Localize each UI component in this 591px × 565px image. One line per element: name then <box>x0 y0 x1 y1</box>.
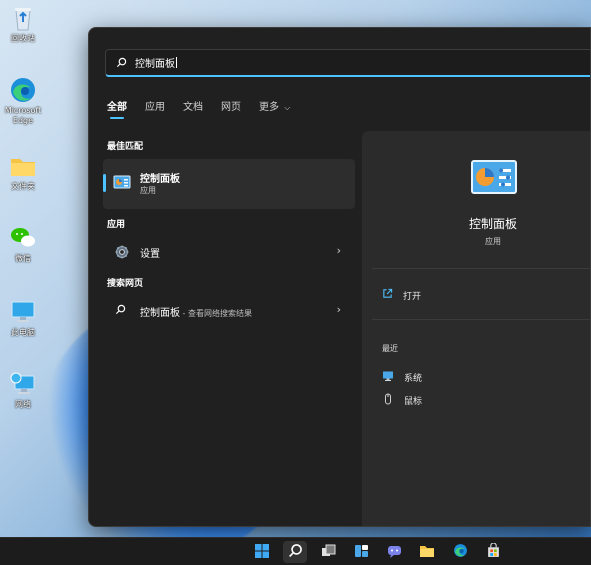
tab-more-label: 更多 <box>259 102 279 113</box>
apps-heading: 应用 <box>107 220 126 230</box>
search-icon <box>115 304 126 318</box>
desktop-icon-label: 微信 <box>15 254 31 263</box>
best-match-result[interactable]: 控制面板 应用 <box>103 159 355 209</box>
tab-apps[interactable]: 应用 <box>145 98 165 119</box>
recent-item-system[interactable]: 系统 <box>382 370 422 385</box>
task-view-button[interactable] <box>316 541 340 563</box>
settings-gear-icon <box>115 245 129 262</box>
mouse-icon <box>382 393 394 408</box>
tab-web[interactable]: 网页 <box>221 98 241 119</box>
folder-icon <box>9 152 37 180</box>
divider <box>372 268 590 269</box>
recycle-bin-icon <box>9 4 37 32</box>
store-button[interactable] <box>481 541 505 563</box>
web-result-suffix: - 查看网络搜索结果 <box>180 309 252 318</box>
app-result-label: 设置 <box>140 249 160 260</box>
desktop-icon-this-pc[interactable]: 此电脑 <box>2 298 44 338</box>
search-panel: 控制面板 全部 应用 文档 网页 更多 ⌵ 最佳匹配 控制面板 应用 应用 设置… <box>88 27 591 527</box>
desktop-icon-label: 此电脑 <box>11 328 35 337</box>
recent-item-mouse[interactable]: 鼠标 <box>382 393 422 408</box>
tab-documents[interactable]: 文档 <box>183 98 203 119</box>
desktop-icon-network[interactable]: 网络 <box>2 370 44 410</box>
search-icon <box>288 543 303 562</box>
desktop-icon-recycle-bin[interactable]: 回收站 <box>2 4 44 44</box>
recent-heading: 最近 <box>382 344 398 353</box>
task-view-icon <box>321 543 336 562</box>
edge-icon <box>9 76 37 104</box>
edge-icon <box>453 543 468 562</box>
preview-pane: 控制面板 应用 打开 最近 系统 鼠标 <box>362 131 590 526</box>
web-heading: 搜索网页 <box>107 279 144 289</box>
tab-more[interactable]: 更多 ⌵ <box>259 98 290 119</box>
tab-all[interactable]: 全部 <box>107 98 127 119</box>
desktop-icon-label: 文件夹 <box>11 182 35 191</box>
desktop-icon-folder[interactable]: 文件夹 <box>2 152 44 192</box>
widgets-button[interactable] <box>349 541 373 563</box>
chevron-down-icon: ⌵ <box>284 103 291 112</box>
text-caret <box>176 57 177 68</box>
network-icon <box>9 370 37 398</box>
control-panel-icon <box>113 175 131 195</box>
widgets-icon <box>354 543 369 562</box>
file-explorer-icon <box>419 543 435 562</box>
best-match-title: 控制面板 <box>140 174 180 185</box>
chevron-right-icon: › <box>336 303 341 316</box>
web-result[interactable]: 控制面板 - 查看网络搜索结果 › <box>103 300 355 322</box>
preview-title: 控制面板 <box>468 217 517 231</box>
chat-button[interactable] <box>382 541 406 563</box>
system-icon <box>382 370 394 385</box>
web-result-label: 控制面板 - 查看网络搜索结果 <box>140 304 252 319</box>
control-panel-large-icon <box>470 159 518 203</box>
desktop-icon-label: 网络 <box>15 400 31 409</box>
computer-icon <box>9 298 37 326</box>
chevron-right-icon: › <box>336 244 341 257</box>
open-icon <box>382 288 393 302</box>
recent-item-label: 系统 <box>404 374 423 384</box>
recent-item-label: 鼠标 <box>404 397 423 407</box>
desktop-icon-wechat[interactable]: 微信 <box>2 224 44 264</box>
chat-icon <box>387 543 402 562</box>
desktop-icon-edge[interactable]: Microsoft Edge <box>2 76 44 126</box>
start-button[interactable] <box>250 541 274 563</box>
best-match-heading: 最佳匹配 <box>107 142 144 152</box>
open-label: 打开 <box>403 291 422 302</box>
search-query: 控制面板 <box>135 59 175 70</box>
store-icon <box>486 542 501 562</box>
divider <box>372 319 590 320</box>
search-tabs: 全部 应用 文档 网页 更多 ⌵ <box>107 98 290 119</box>
taskbar <box>0 537 591 565</box>
desktop-icon-label: Microsoft Edge <box>4 106 42 125</box>
wechat-icon <box>9 224 37 252</box>
start-icon <box>255 543 269 562</box>
app-result-settings[interactable]: 设置 › <box>103 241 355 263</box>
search-icon <box>116 53 127 72</box>
edge-button[interactable] <box>448 541 472 563</box>
search-input[interactable]: 控制面板 <box>105 49 590 77</box>
selection-indicator <box>103 174 106 192</box>
taskbar-search-button[interactable] <box>283 541 307 563</box>
desktop-icon-label: 回收站 <box>11 34 35 43</box>
file-explorer-button[interactable] <box>415 541 439 563</box>
web-result-query: 控制面板 <box>140 308 180 319</box>
best-match-subtitle: 应用 <box>140 186 156 195</box>
preview-subtitle: 应用 <box>485 237 501 246</box>
open-action[interactable]: 打开 <box>382 288 421 302</box>
